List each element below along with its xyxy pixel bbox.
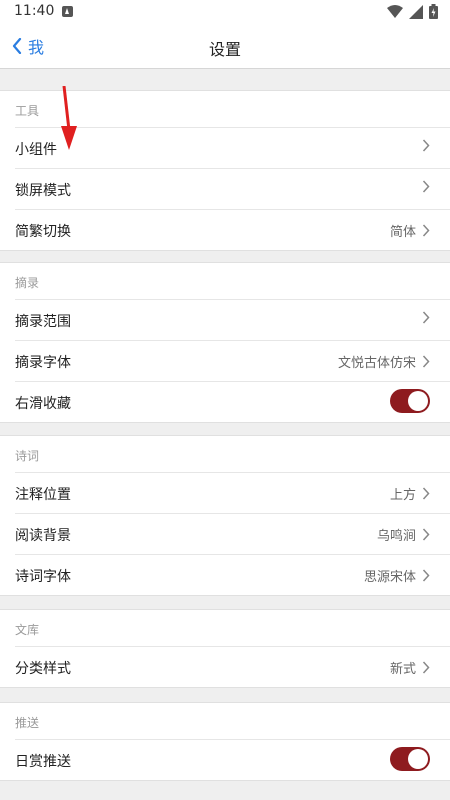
nav-bar: 我 设置 [0,24,450,69]
row-label: 右滑收藏 [15,396,71,412]
section-header: 文库 [15,623,40,637]
page-title: 设置 [208,40,241,59]
excerpt-range-row[interactable]: 摘录范围 [15,299,450,340]
toggle-knob [408,391,428,411]
row-label: 摘录字体 [15,355,71,371]
swipe-favorite-toggle[interactable] [390,389,430,413]
row-value [416,311,430,324]
script-conversion-row[interactable]: 简繁切换 简体 [15,209,450,250]
row-label: 阅读背景 [15,528,71,544]
signal-icon [409,4,423,19]
poetry-font-row[interactable]: 诗词字体 思源宋体 [15,554,450,595]
row-label: 诗词字体 [15,569,71,585]
row-label: 摘录范围 [15,314,71,330]
chevron-right-icon [422,355,430,368]
status-bar: 11:40 [0,0,450,24]
reading-background-row[interactable]: 阅读背景 乌鸣涧 [15,513,450,554]
row-label: 锁屏模式 [15,183,71,199]
row-label: 小组件 [15,142,57,158]
chevron-right-icon [422,224,430,237]
daily-push-row: 日赏推送 [15,739,450,780]
row-value: 新式 [390,658,430,677]
swipe-right-favorite-row: 右滑收藏 [15,381,450,422]
notification-icon [62,6,73,17]
section-push: 推送 日赏推送 [0,702,450,781]
daily-push-toggle[interactable] [390,747,430,771]
annotation-arrow [61,86,77,150]
status-time: 11:40 [14,3,55,19]
section-header: 诗词 [15,449,40,463]
annotation-position-row[interactable]: 注释位置 上方 [15,472,450,513]
section-excerpt: 摘录 摘录范围 摘录字体 文悦古体仿宋 右滑收藏 [0,262,450,423]
chevron-right-icon [422,528,430,541]
row-value: 简体 [390,221,430,240]
toggle-knob [408,749,428,769]
row-label: 分类样式 [15,661,71,677]
category-style-row[interactable]: 分类样式 新式 [15,646,450,687]
lock-screen-mode-row[interactable]: 锁屏模式 [15,168,450,209]
battery-icon [429,4,438,19]
chevron-right-icon [422,569,430,582]
row-value: 文悦古体仿宋 [338,352,430,371]
row-value: 上方 [390,484,430,503]
section-header: 摘录 [15,276,40,290]
section-library: 文库 分类样式 新式 [0,609,450,688]
chevron-right-icon [422,661,430,674]
row-value: 思源宋体 [364,566,430,585]
section-poetry: 诗词 注释位置 上方 阅读背景 乌鸣涧 诗词字体 思源宋体 [0,435,450,596]
status-icons [387,4,438,19]
row-value [416,139,430,152]
row-label: 注释位置 [15,487,71,503]
chevron-right-icon [422,180,430,193]
wifi-icon [387,4,403,18]
row-label: 简繁切换 [15,224,71,240]
chevron-right-icon [422,487,430,500]
row-value [416,180,430,193]
chevron-right-icon [422,311,430,324]
excerpt-font-row[interactable]: 摘录字体 文悦古体仿宋 [15,340,450,381]
section-header: 推送 [15,716,40,730]
chevron-right-icon [422,139,430,152]
row-label: 日赏推送 [15,754,71,770]
row-value: 乌鸣涧 [377,525,430,544]
